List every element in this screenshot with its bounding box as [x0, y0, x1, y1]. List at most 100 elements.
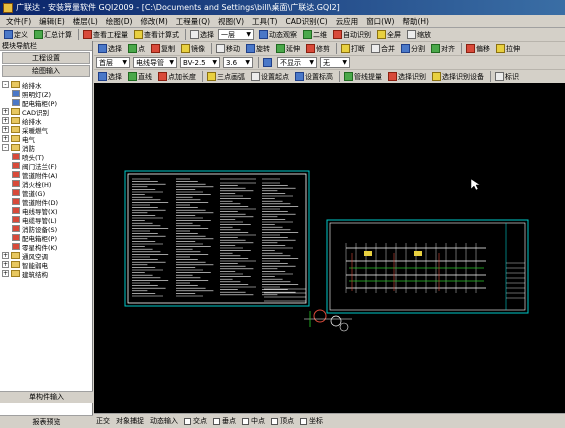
tree-item[interactable]: 照明灯(Z) — [0, 89, 92, 98]
menu-item-4[interactable]: 修改(M) — [136, 16, 171, 27]
tool-button-4[interactable]: 缩放 — [405, 29, 433, 41]
tool-button-7[interactable]: 修剪 — [304, 43, 332, 55]
tool-button-8[interactable]: 打断 — [339, 43, 367, 55]
expand-toggle-icon[interactable]: + — [2, 270, 9, 277]
tool-button-9[interactable]: 标识 — [493, 71, 521, 83]
status-toggle-7[interactable]: 坐标 — [300, 416, 323, 426]
tool-button-12[interactable]: 偏移 — [464, 43, 492, 55]
report-preview-button[interactable]: 报表预览 — [0, 415, 93, 428]
layer-select[interactable]: 无 ▼ — [320, 57, 350, 68]
tree-item[interactable]: 电线导管(X) — [0, 206, 92, 215]
tool-button-3[interactable]: 全屏 — [375, 29, 403, 41]
tree-item[interactable]: 零星构件(K) — [0, 242, 92, 251]
menu-item-8[interactable]: CAD识别(C) — [281, 16, 331, 27]
tree-item[interactable]: + CAD识别 — [0, 107, 92, 116]
tool-button-2[interactable]: 自动识别 — [331, 29, 373, 41]
tool-button-2[interactable]: 复制 — [149, 43, 177, 55]
menu-item-11[interactable]: 帮助(H) — [398, 16, 433, 27]
tool-button-2[interactable]: 查看工程量 — [81, 29, 130, 41]
expand-toggle-icon[interactable]: + — [2, 261, 9, 268]
tree-item[interactable]: - 给排水 — [0, 80, 92, 89]
tool-button-5[interactable]: 旋转 — [244, 43, 272, 55]
tree-item[interactable]: + 给排水 — [0, 116, 92, 125]
menu-item-5[interactable]: 工程量(Q) — [172, 16, 214, 27]
status-toggle-2[interactable]: 动态输入 — [150, 416, 178, 426]
expand-toggle-icon[interactable]: + — [2, 108, 9, 115]
tool-button-1[interactable]: 汇总计算 — [32, 29, 74, 41]
display-select[interactable]: 不显示 ▼ — [277, 57, 317, 68]
tree-item[interactable]: 喷头(T) — [0, 152, 92, 161]
tool-button-7[interactable]: 选择识别 — [386, 71, 428, 83]
tree-item[interactable]: + 建筑结构 — [0, 269, 92, 278]
floor-select[interactable]: 首层 ▼ — [96, 57, 130, 68]
attributes-button[interactable] — [261, 57, 275, 69]
tool-button-3[interactable]: 镜像 — [179, 43, 207, 55]
menu-item-9[interactable]: 云应用 — [332, 16, 363, 27]
tool-button-3[interactable]: 查看计算式 — [132, 29, 181, 41]
status-toggle-1[interactable]: 对象捕捉 — [116, 416, 144, 426]
tool-button-1[interactable]: 直线 — [126, 71, 154, 83]
project-settings-button[interactable]: 工程设置 — [2, 52, 90, 64]
tool-button-0[interactable]: 选择 — [96, 43, 124, 55]
tool-button-4[interactable]: 选择 — [188, 29, 216, 41]
tool-button-10[interactable]: 分割 — [399, 43, 427, 55]
status-toggle-6[interactable]: 顶点 — [271, 416, 294, 426]
expand-toggle-icon[interactable]: + — [2, 126, 9, 133]
tree-item[interactable]: 配电箱柜(P) — [0, 98, 92, 107]
floor-dropdown[interactable]: 一层 ▼ — [218, 29, 254, 40]
expand-toggle-icon[interactable]: - — [2, 144, 9, 151]
tool-button-6[interactable]: 管线提量 — [342, 71, 384, 83]
tool-button-4[interactable]: 移动 — [214, 43, 242, 55]
drawing-sheet-plan[interactable] — [326, 219, 529, 314]
tree-item[interactable]: + 智能弱电 — [0, 260, 92, 269]
tool-button-1[interactable]: 二维 — [301, 29, 329, 41]
status-toggle-5[interactable]: 中点 — [242, 416, 265, 426]
tool-button-3[interactable]: 三点画弧 — [205, 71, 247, 83]
tree-item[interactable]: 消火栓(H) — [0, 179, 92, 188]
tree-item[interactable]: 配电箱柜(P) — [0, 233, 92, 242]
drawing-sheet-notes[interactable] — [124, 170, 310, 307]
status-toggle-0[interactable]: 正交 — [96, 416, 110, 426]
menu-item-2[interactable]: 楼层(L) — [69, 16, 102, 27]
tool-button-8[interactable]: 选择识别设备 — [430, 71, 486, 83]
tool-button-11[interactable]: 对齐 — [429, 43, 457, 55]
status-toggle-4[interactable]: 垂点 — [213, 416, 236, 426]
tree-item[interactable]: + 电气 — [0, 134, 92, 143]
menu-item-10[interactable]: 窗口(W) — [362, 16, 398, 27]
tool-button-0[interactable]: 选择 — [96, 71, 124, 83]
tree-item[interactable]: + 通风空调 — [0, 251, 92, 260]
tool-button-4[interactable]: 设置起点 — [249, 71, 291, 83]
category-select[interactable]: 电线导管 ▼ — [133, 57, 177, 68]
tree-item[interactable]: 消防设备(S) — [0, 224, 92, 233]
tool-button-1[interactable]: 点 — [126, 43, 147, 55]
drawing-canvas[interactable] — [94, 83, 565, 413]
tree-item[interactable]: 管道(G) — [0, 188, 92, 197]
tool-button-13[interactable]: 拉伸 — [494, 43, 522, 55]
status-toggle-3[interactable]: 交点 — [184, 416, 207, 426]
expand-toggle-icon[interactable]: - — [2, 81, 9, 88]
component-select[interactable]: BV-2.5 ▼ — [180, 57, 220, 68]
tree-item[interactable]: 管道附件(A) — [0, 170, 92, 179]
tree-item[interactable]: 管道附件(D) — [0, 197, 92, 206]
menu-item-7[interactable]: 工具(T) — [248, 16, 281, 27]
tool-button-0[interactable]: 动态观察 — [257, 29, 299, 41]
menu-item-6[interactable]: 视图(V) — [214, 16, 248, 27]
tree-item[interactable]: 阀门法兰(F) — [0, 161, 92, 170]
tool-button-5[interactable]: 设置标高 — [293, 71, 335, 83]
tool-button-2[interactable]: 点加长度 — [156, 71, 198, 83]
tool-button-6[interactable]: 延伸 — [274, 43, 302, 55]
expand-toggle-icon[interactable]: + — [2, 117, 9, 124]
menu-item-0[interactable]: 文件(F) — [2, 16, 35, 27]
tool-button-9[interactable]: 合并 — [369, 43, 397, 55]
tree-item[interactable]: 电缆导管(L) — [0, 215, 92, 224]
drawing-input-button[interactable]: 绘图输入 — [2, 65, 90, 77]
tree-item[interactable]: - 消防 — [0, 143, 92, 152]
single-component-input-button[interactable]: 单构件输入 — [0, 391, 93, 403]
tool-button-0[interactable]: 定义 — [2, 29, 30, 41]
expand-toggle-icon[interactable]: + — [2, 135, 9, 142]
tree-item[interactable]: + 采暖燃气 — [0, 125, 92, 134]
menu-item-1[interactable]: 编辑(E) — [35, 16, 69, 27]
floor-height-select[interactable]: 3.6 ▼ — [223, 57, 253, 68]
expand-toggle-icon[interactable]: + — [2, 252, 9, 259]
menu-item-3[interactable]: 绘图(D) — [102, 16, 137, 27]
